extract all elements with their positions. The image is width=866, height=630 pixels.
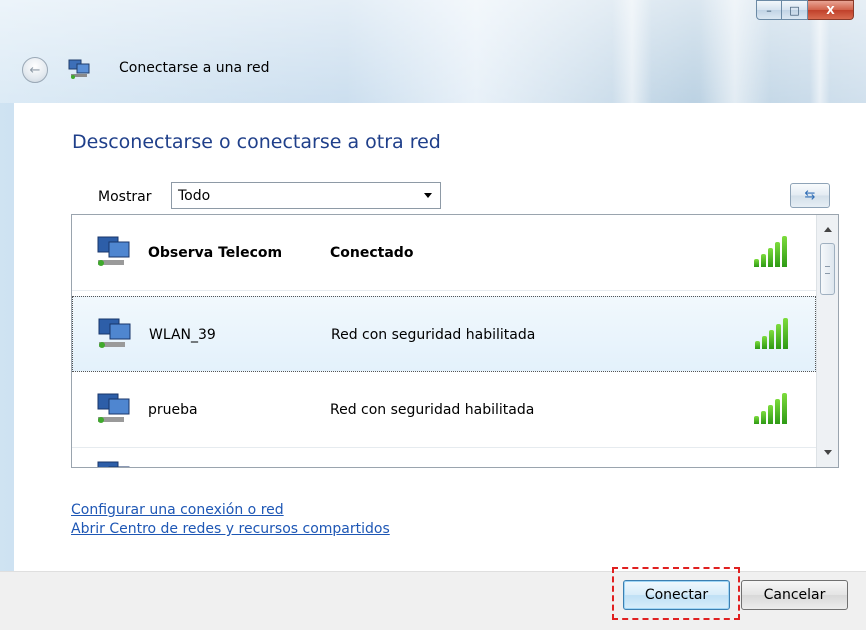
- network-name: WLAN_39: [149, 327, 216, 343]
- window-title: Conectarse a una red: [119, 60, 270, 76]
- glass-streak: [612, 0, 652, 103]
- refresh-button[interactable]: ⇆: [790, 183, 830, 208]
- network-computer-icon: [98, 318, 131, 348]
- network-center-link[interactable]: Abrir Centro de redes y recursos compart…: [71, 521, 390, 537]
- grip-icon: [825, 266, 830, 274]
- page-heading: Desconectarse o conectarse a otra red: [72, 131, 441, 153]
- close-icon: X: [826, 3, 835, 17]
- minimize-icon: –: [766, 3, 772, 17]
- signal-strength-icon: [755, 317, 799, 349]
- filter-label: Mostrar: [98, 189, 152, 205]
- network-status: Red con seguridad habilitada: [330, 402, 535, 418]
- content-panel: Desconectarse o conectarse a otra red Mo…: [14, 103, 866, 571]
- chevron-down-icon: [424, 193, 432, 198]
- network-computer-icon: [97, 461, 130, 467]
- network-row-observa-telecom[interactable]: Observa Telecom Conectado: [72, 215, 816, 291]
- filter-select[interactable]: Todo: [171, 182, 441, 209]
- filter-selected-value: Todo: [178, 187, 211, 204]
- scroll-up-icon[interactable]: [824, 227, 832, 232]
- network-name: Observa Telecom: [148, 245, 283, 261]
- window-controls: – □ X: [756, 0, 854, 20]
- network-computer-icon: [97, 393, 130, 423]
- network-row-prueba[interactable]: prueba Red con seguridad habilitada: [72, 372, 816, 448]
- row-divider: [72, 290, 816, 291]
- cancel-button[interactable]: Cancelar: [741, 580, 848, 610]
- network-list: Observa Telecom Conectado WLAN_39 Red co…: [71, 214, 839, 468]
- signal-strength-icon: [754, 392, 798, 424]
- setup-connection-link[interactable]: Configurar una conexión o red: [71, 502, 284, 518]
- network-status: Red con seguridad habilitada: [331, 327, 536, 343]
- scroll-thumb[interactable]: [820, 243, 835, 295]
- highlight-annotation: [612, 567, 740, 620]
- minimize-button[interactable]: –: [756, 0, 782, 20]
- close-button[interactable]: X: [808, 0, 854, 20]
- network-row-wlan-39[interactable]: WLAN_39 Red con seguridad habilitada: [72, 296, 816, 372]
- back-arrow-icon: ←: [29, 62, 41, 78]
- signal-strength-icon: [754, 235, 798, 267]
- maximize-icon: □: [789, 3, 800, 17]
- back-button[interactable]: ←: [22, 57, 48, 83]
- signal-strength-icon: [754, 450, 798, 467]
- network-name: prueba: [148, 402, 198, 418]
- connect-to-network-window: – □ X ← Conectarse a una red Desconectar…: [0, 0, 866, 630]
- network-connection-icon: [68, 59, 90, 79]
- network-computer-icon: [97, 236, 130, 266]
- list-scrollbar[interactable]: [816, 215, 838, 467]
- network-status: Conectado: [330, 245, 414, 261]
- refresh-icon: ⇆: [804, 188, 816, 203]
- maximize-button[interactable]: □: [782, 0, 808, 20]
- scroll-down-icon[interactable]: [824, 450, 832, 455]
- window-header: – □ X ← Conectarse a una red: [0, 0, 866, 103]
- network-row-partial[interactable]: [72, 448, 816, 467]
